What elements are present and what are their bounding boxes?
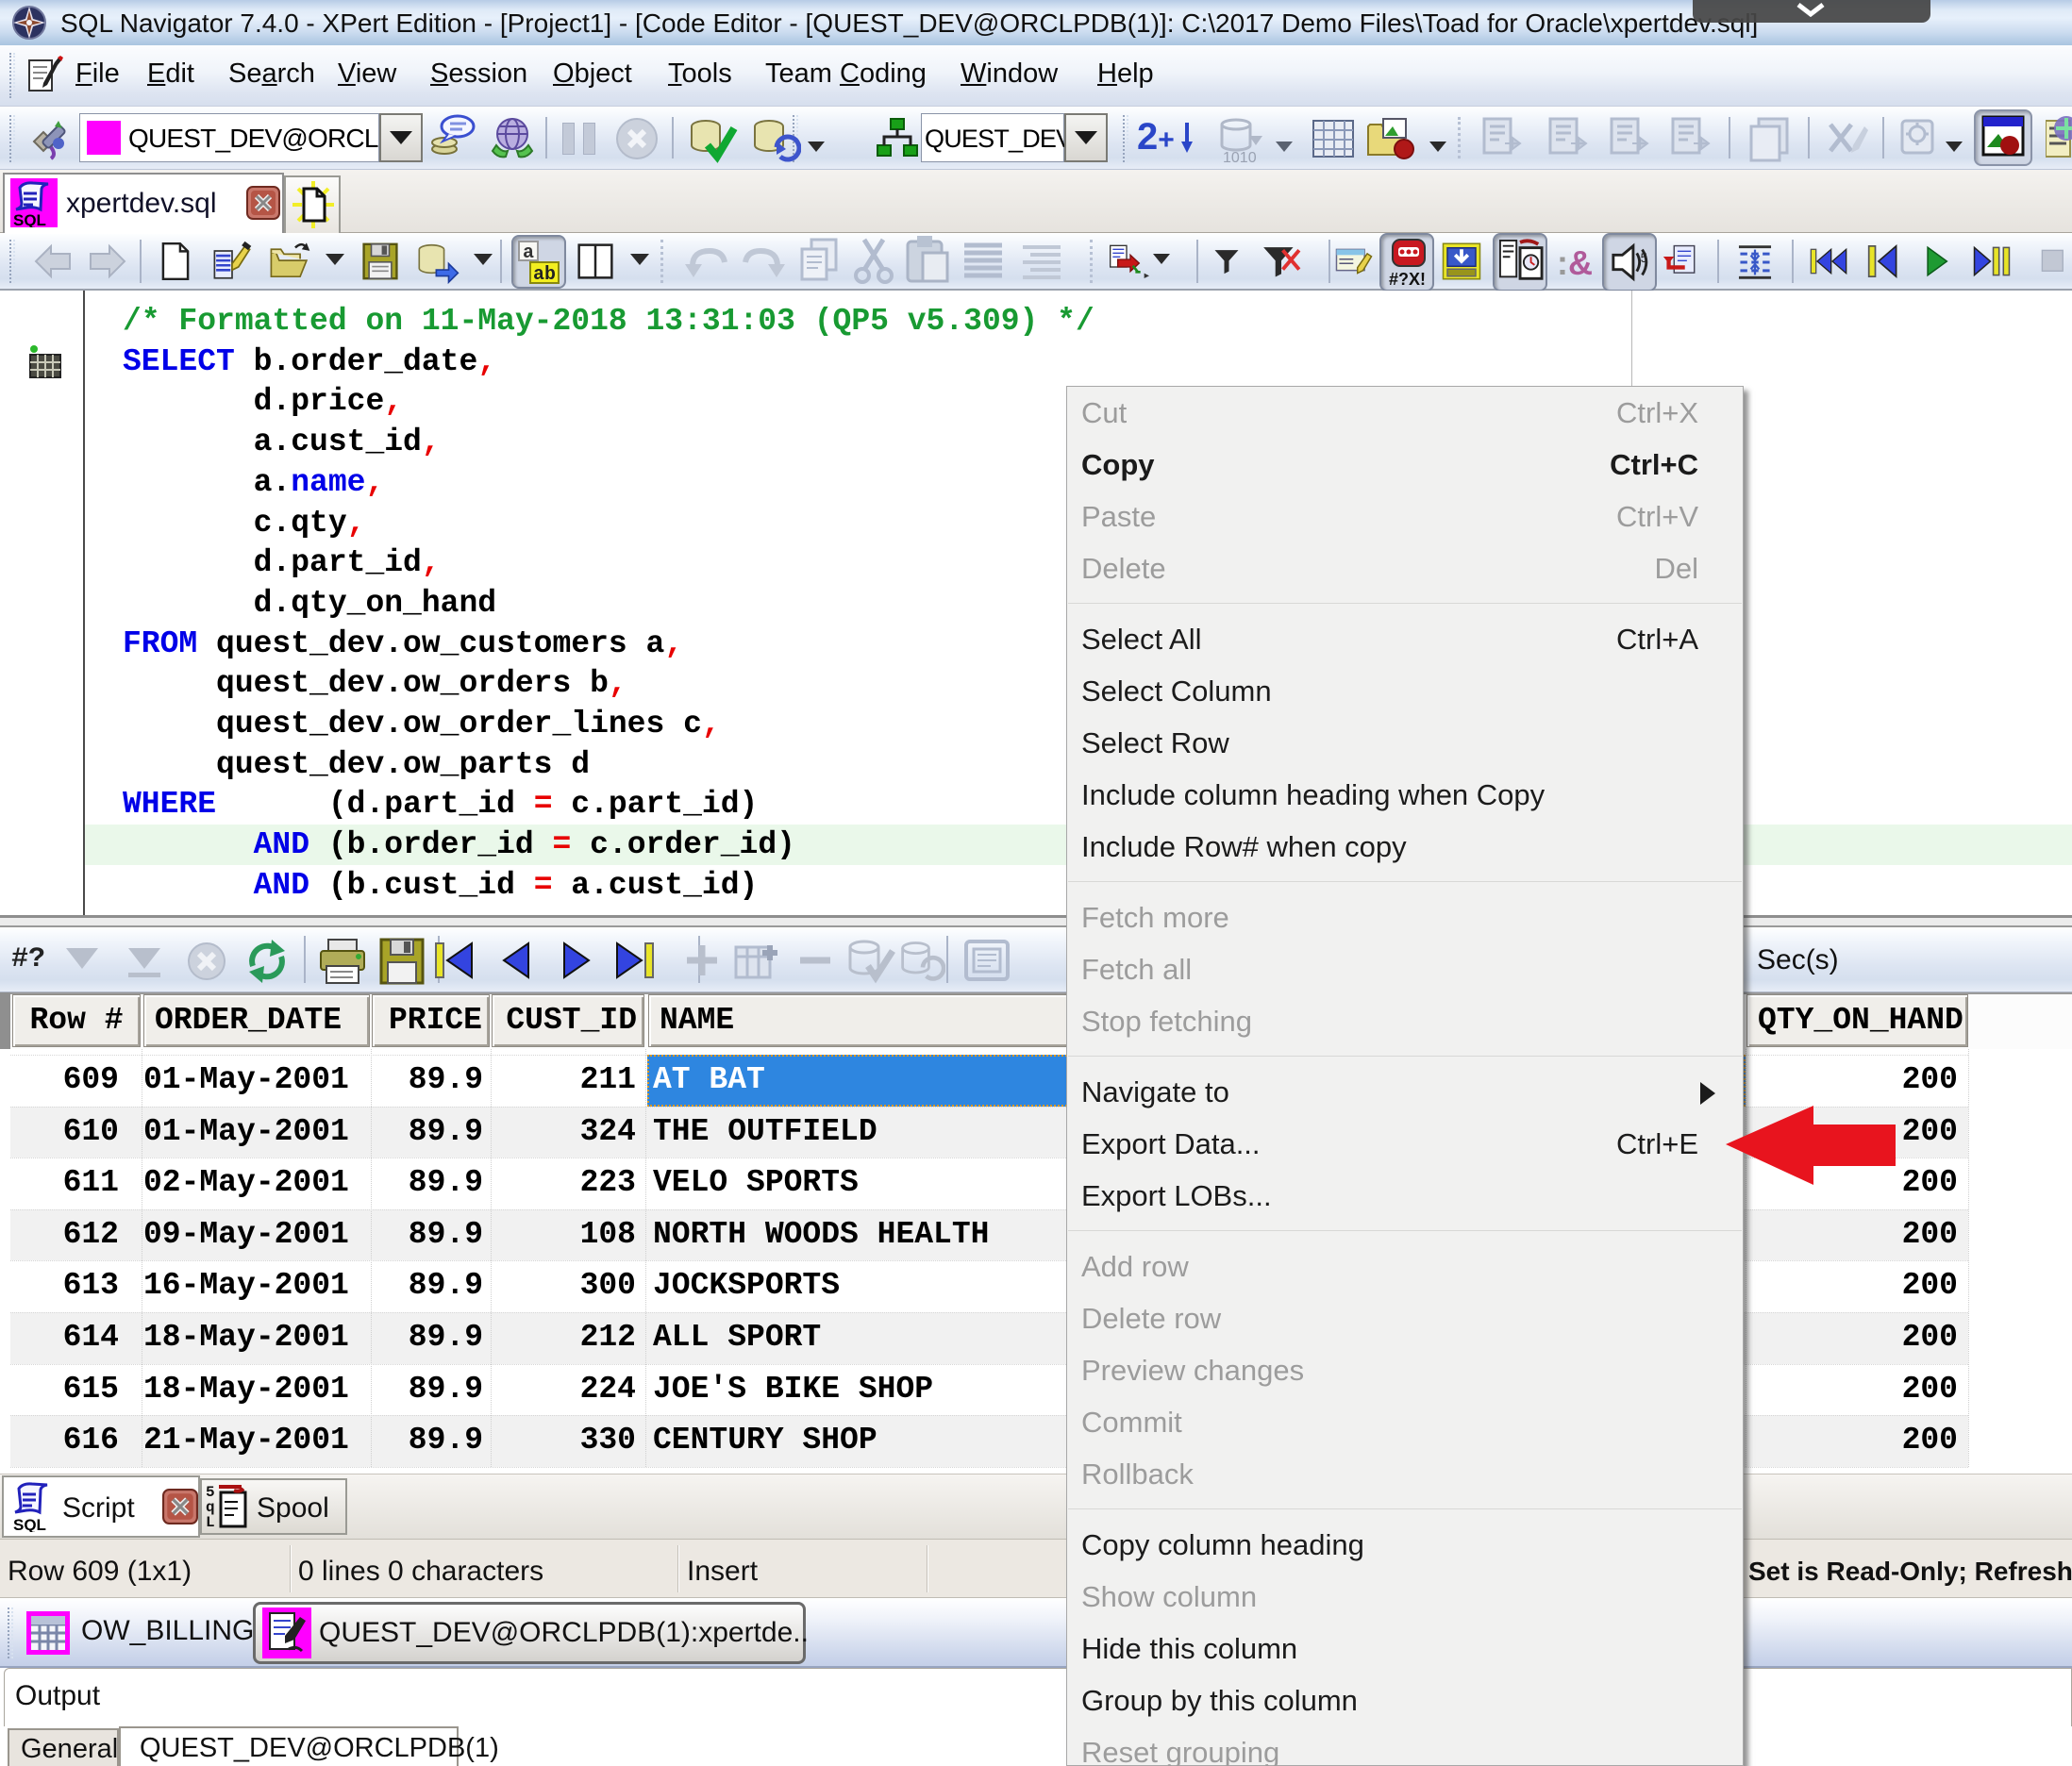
svg-text:L: L (206, 1514, 215, 1530)
svg-text:a: a (523, 242, 534, 264)
svg-text:5: 5 (1641, 251, 1647, 265)
svg-text:1010: 1010 (1223, 150, 1257, 164)
svg-text:ab: ab (533, 264, 556, 285)
svg-text:SQL: SQL (13, 1516, 46, 1532)
svg-text:#?X!: #?X! (1389, 270, 1426, 287)
svg-text:SQL: SQL (13, 211, 46, 227)
